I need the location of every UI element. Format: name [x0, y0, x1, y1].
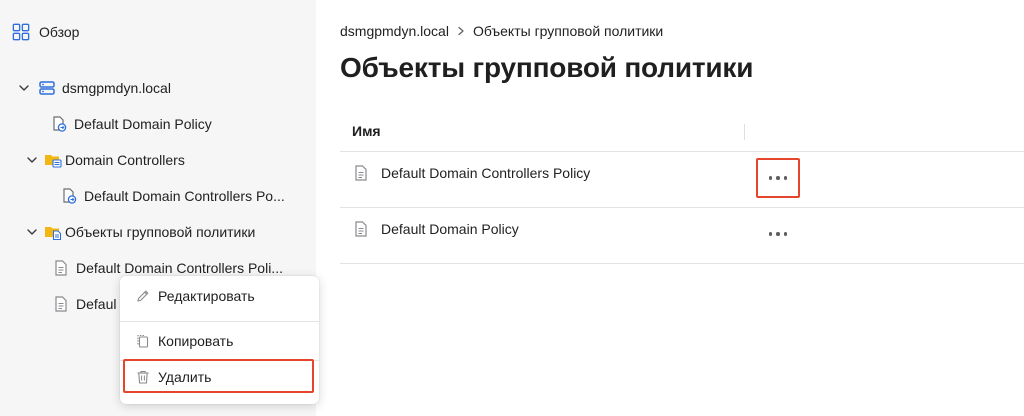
chevron-down-icon[interactable] — [16, 80, 32, 96]
row-name: Default Domain Policy — [381, 221, 519, 237]
ou-folder-icon — [44, 151, 62, 169]
grid-icon — [12, 23, 30, 41]
more-horizontal-icon — [768, 176, 788, 180]
edit-label: Редактировать — [158, 288, 255, 304]
document-icon — [352, 164, 370, 182]
tree-item-label: Defaul — [76, 296, 117, 312]
page-title: Объекты групповой политики — [340, 52, 754, 83]
tree-item-label: Domain Controllers — [65, 152, 185, 168]
copy-label: Копировать — [158, 333, 234, 349]
row-name: Default Domain Controllers Policy — [381, 165, 591, 181]
gpo-folder-icon — [44, 223, 62, 241]
chevron-down-icon[interactable] — [24, 224, 40, 240]
column-divider[interactable] — [744, 124, 745, 140]
gpo-table: Имя Default Domain Controllers Policy De… — [340, 112, 1024, 264]
tree-item-label: Объекты групповой политики — [65, 224, 256, 240]
delete-highlight-box — [123, 359, 314, 393]
tree-item-default-domain-controllers-policy-link[interactable]: Default Domain Controllers Po... — [60, 184, 306, 208]
tree-item-gpo-folder[interactable]: Объекты групповой политики — [24, 220, 255, 244]
breadcrumb: dsmgpmdyn.local Объекты групповой полити… — [340, 21, 663, 41]
copy-icon — [134, 332, 152, 350]
menu-divider — [120, 321, 319, 322]
tree-item-label: Default Domain Policy — [74, 116, 212, 132]
tree-item-default-domain-policy[interactable]: Default Domain Policy — [50, 112, 212, 136]
sidebar-overview-label: Обзор — [39, 24, 80, 40]
table-row[interactable]: Default Domain Controllers Policy — [340, 152, 1024, 208]
document-icon — [52, 259, 70, 277]
tree-item-gpo-default-domain-policy[interactable]: Defaul — [52, 292, 116, 316]
main-content: dsmgpmdyn.local Объекты групповой полити… — [316, 0, 1024, 416]
more-actions-button[interactable] — [756, 214, 800, 254]
pencil-icon — [134, 287, 152, 305]
chevron-down-icon[interactable] — [24, 152, 40, 168]
tree-item-label: Default Domain Controllers Poli... — [76, 260, 283, 276]
breadcrumb-root[interactable]: dsmgpmdyn.local — [340, 23, 449, 39]
tree-item-domain-controllers[interactable]: Domain Controllers — [24, 148, 185, 172]
breadcrumb-current: Объекты групповой политики — [472, 23, 664, 39]
table-row[interactable]: Default Domain Policy — [340, 208, 1024, 264]
more-horizontal-icon — [768, 232, 788, 236]
document-icon — [52, 295, 70, 313]
domain-icon — [38, 79, 56, 97]
copy-menu-item[interactable]: Копировать — [126, 326, 313, 356]
edit-menu-item[interactable]: Редактировать — [126, 281, 313, 311]
gpo-link-icon — [60, 187, 78, 205]
tree-item-domain[interactable]: dsmgpmdyn.local — [16, 76, 171, 100]
tree-item-label: dsmgpmdyn.local — [62, 80, 171, 96]
table-header: Имя — [340, 112, 1024, 152]
document-icon — [352, 220, 370, 238]
sidebar-item-overview[interactable]: Обзор — [12, 20, 79, 44]
gpo-link-icon — [50, 115, 68, 133]
column-header-name[interactable]: Имя — [352, 123, 381, 139]
chevron-right-icon — [456, 26, 466, 36]
more-actions-button[interactable] — [756, 158, 800, 198]
tree-item-label: Default Domain Controllers Po... — [84, 188, 285, 204]
